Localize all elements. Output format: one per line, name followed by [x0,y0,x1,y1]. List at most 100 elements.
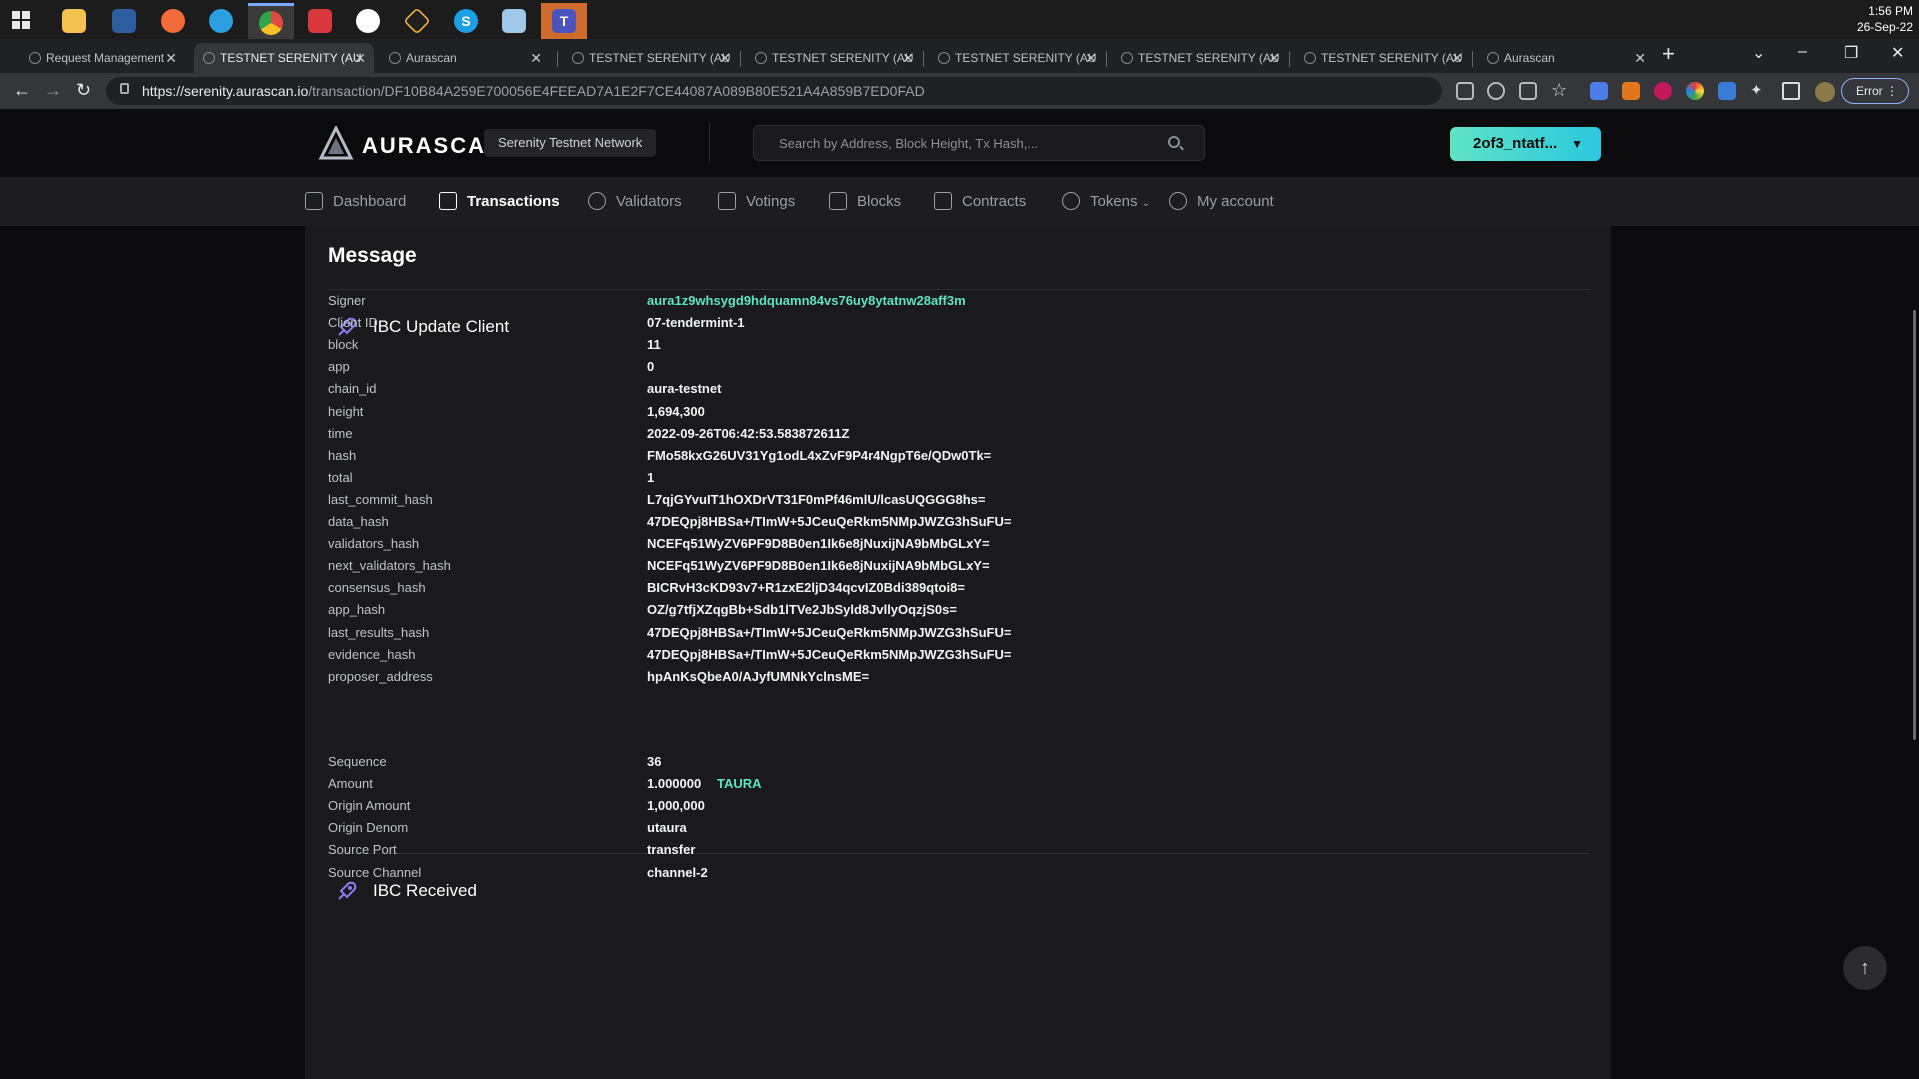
site-header: AURASCAN Serenity Testnet Network 2of3_n… [0,109,1919,177]
browser-tab[interactable]: TESTNET SERENITY (AU ✕ [929,43,1105,73]
detail-key: hash [328,447,357,463]
detail-value: 07-tendermint-1 [647,315,745,331]
main-nav: Dashboard Transactions Validators Voting… [0,177,1919,226]
close-tab-icon[interactable]: ✕ [902,43,914,73]
detail-value: 1 [647,469,655,485]
detail-key: Amount [328,776,373,792]
side-panel-icon[interactable] [1782,82,1800,100]
detail-value: 1,694,300 [647,403,705,419]
nav-label: Votings [746,193,796,210]
nav-item-dashboard[interactable]: Dashboard [305,177,406,226]
signer-address-link[interactable]: aura1z9whsygd9hdquamn84vs76uy8ytatnw28af… [647,293,966,308]
zoom-icon[interactable] [1487,82,1505,100]
skype-icon[interactable]: S [443,3,489,39]
nav-item-tokens[interactable]: Tokens ⌄ [1062,177,1150,226]
teams-icon[interactable]: T [541,3,587,39]
detail-value: L7qjGYvuIT1hOXDrVT31F0mPf46mlU/lcasUQGGG… [647,491,986,507]
notes-icon[interactable] [491,3,537,39]
postman-icon[interactable] [150,3,196,39]
extension-icon[interactable] [1654,82,1672,100]
chrome-icon[interactable] [248,3,294,39]
browser-tab-active[interactable]: TESTNET SERENITY (AU ✕ [194,43,374,73]
nav-item-validators[interactable]: Validators [588,177,682,226]
profile-avatar[interactable] [1815,82,1835,102]
detail-key: validators_hash [328,536,420,552]
bookmark-star-icon[interactable]: ☆ [1551,81,1569,100]
aurascan-logo-icon[interactable] [318,126,354,162]
detail-value: 47DEQpj8HBSa+/TImW+5JCeuQeRkm5NMpJWZG3hS… [647,514,1012,529]
presenter-icon[interactable] [297,3,343,39]
keplr-icon[interactable] [1718,82,1736,100]
tab-favicon-icon [1304,52,1316,64]
browser-tab[interactable]: Aurascan ✕ [380,43,550,73]
detail-value: 0 [647,359,655,375]
install-app-icon[interactable] [1456,82,1474,100]
git-icon[interactable] [394,3,440,39]
transactions-icon [439,192,457,210]
nav-item-blocks[interactable]: Blocks [829,177,901,226]
translate-extension-icon[interactable] [1590,82,1608,100]
nav-item-contracts[interactable]: Contracts [934,177,1026,226]
restore-icon[interactable]: ❐ [1844,43,1858,63]
browser-tab[interactable]: TESTNET SERENITY (AU ✕ [1295,43,1471,73]
nav-item-votings[interactable]: Votings [718,177,795,226]
extensions-puzzle-icon[interactable]: ✦ [1750,82,1768,100]
nav-item-transactions[interactable]: Transactions [439,177,560,226]
color-picker-icon[interactable] [1686,82,1704,100]
search-input[interactable] [754,126,1154,160]
chevron-down-icon: ▼ [1571,137,1583,151]
tab-search-chevron-icon[interactable]: ⌄ [1752,43,1765,63]
reload-icon[interactable]: ↻ [76,80,91,101]
system-clock[interactable]: 1:56 PM 26-Sep-22 [1857,3,1913,35]
close-tab-icon[interactable]: ✕ [530,43,542,73]
edge-icon[interactable] [198,3,244,39]
minimize-icon[interactable]: – [1798,43,1807,61]
close-tab-icon[interactable]: ✕ [1085,43,1097,73]
file-explorer-icon[interactable] [51,3,97,39]
tab-favicon-icon [203,52,215,64]
close-tab-icon[interactable]: ✕ [1634,43,1646,73]
browser-tab[interactable]: TESTNET SERENITY (AU ✕ [1112,43,1288,73]
detail-value: 2022-09-26T06:42:53.583872611Z [647,425,850,441]
scroll-to-top-button[interactable]: ↑ [1843,946,1887,990]
browser-tab[interactable]: TESTNET SERENITY (AU ✕ [563,43,739,73]
close-tab-icon[interactable]: ✕ [1268,43,1280,73]
metamask-icon[interactable] [1622,82,1640,100]
address-bar[interactable]: https://serenity.aurascan.io/transaction… [106,77,1442,105]
browser-tab[interactable]: Aurascan ✕ [1478,43,1654,73]
page-scrollbar[interactable] [1913,310,1916,740]
share-icon[interactable] [1519,82,1537,100]
detail-key: app_hash [328,602,386,618]
detail-row: block 11 [328,334,1590,356]
browser-tab[interactable]: Request Management ✕ [20,43,185,73]
windows-start-icon[interactable] [12,11,30,29]
browser-tab[interactable]: TESTNET SERENITY (AU ✕ [746,43,922,73]
nav-item-my-account[interactable]: My account [1169,177,1274,226]
close-tab-icon[interactable]: ✕ [719,43,731,73]
url-path: /transaction/DF10B84A259E700056E4FEEAD7A… [308,83,925,99]
tab-favicon-icon [29,52,41,64]
detail-key: total [328,469,353,485]
sketch-icon[interactable] [101,3,147,39]
detail-row: Source Port transfer [328,839,1590,861]
detail-value: NCEFq51WyZV6PF9D8B0en1Ik6e8jNuxijNA9bMbG… [647,536,990,552]
close-tab-icon[interactable]: ✕ [354,43,366,73]
forward-icon[interactable]: → [44,80,62,101]
app-icon[interactable] [345,3,391,39]
wallet-account-button[interactable]: 2of3_ntatf... ▼ [1450,127,1601,161]
close-tab-icon[interactable]: ✕ [1451,43,1463,73]
logo-text[interactable]: AURASCAN [362,133,504,159]
search-icon[interactable] [1168,136,1180,148]
tab-favicon-icon [1121,52,1133,64]
back-icon[interactable]: ← [13,80,31,101]
url-text[interactable]: https://serenity.aurascan.io/transaction… [142,83,925,99]
lock-icon[interactable] [120,83,129,94]
detail-value: transfer [647,842,696,858]
new-tab-icon[interactable]: + [1662,41,1675,67]
detail-row: height 1,694,300 [328,401,1590,423]
close-tab-icon[interactable]: ✕ [165,43,177,73]
chevron-down-icon: ⌄ [1141,198,1151,209]
tab-title: Request Management [46,51,165,65]
close-window-icon[interactable]: ✕ [1891,43,1904,63]
error-button[interactable]: Error ⋮ [1841,78,1909,104]
